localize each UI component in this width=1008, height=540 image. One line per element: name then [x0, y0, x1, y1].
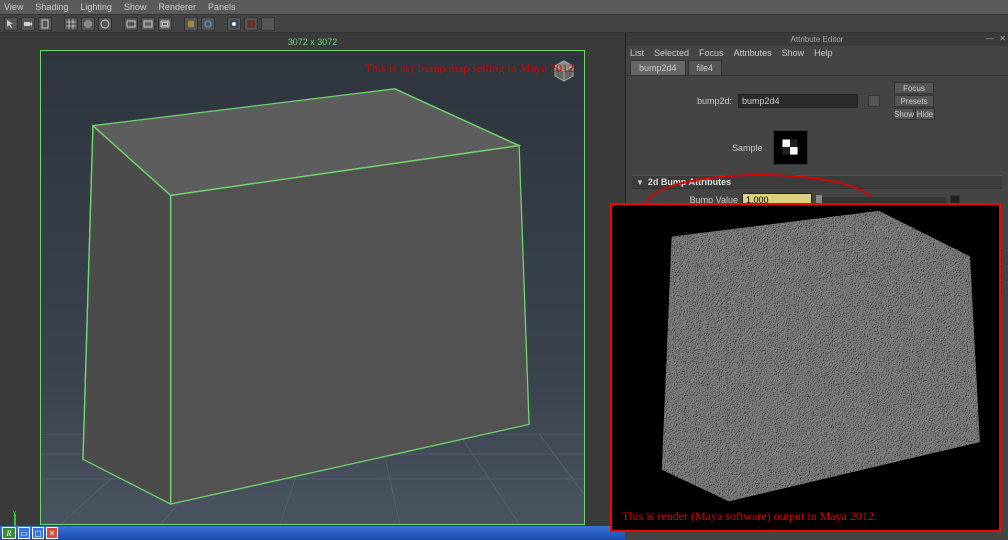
tool-camera[interactable] — [21, 17, 35, 31]
render-cube — [612, 205, 999, 530]
close-icon[interactable]: ✕ — [999, 34, 1006, 43]
menu-panels[interactable]: Panels — [208, 2, 236, 12]
tool-shade[interactable] — [81, 17, 95, 31]
task-minimize-icon[interactable]: ▭ — [18, 527, 30, 539]
tool-render[interactable] — [227, 17, 241, 31]
tool-isolate[interactable] — [184, 17, 198, 31]
tool-gate-safe[interactable] — [158, 17, 172, 31]
minimize-icon[interactable]: — — [986, 34, 994, 43]
node-name-input[interactable] — [738, 94, 858, 108]
viewport-cube[interactable] — [41, 51, 584, 524]
viewport-canvas[interactable]: This is my bump map setting in Maya 2012 — [40, 50, 585, 525]
attr-menu-focus[interactable]: Focus — [699, 48, 724, 58]
resolution-label: 3072 x 3072 — [288, 37, 338, 47]
show-button[interactable]: Show — [894, 108, 914, 120]
attr-menu-attributes[interactable]: Attributes — [734, 48, 772, 58]
attr-menu-show[interactable]: Show — [782, 48, 805, 58]
node-nav-icon[interactable] — [868, 95, 880, 107]
attr-menu-help[interactable]: Help — [814, 48, 833, 58]
tool-gate-film[interactable] — [141, 17, 155, 31]
bump-value-slider[interactable] — [816, 197, 946, 203]
attr-titlebar: Attribute Editor — ✕ — [626, 33, 1008, 46]
menu-lighting[interactable]: Lighting — [80, 2, 112, 12]
taskbar: R ▭ ▢ ✕ — [0, 526, 625, 540]
svg-text:y: y — [13, 511, 16, 516]
task-close-icon[interactable]: ✕ — [46, 527, 58, 539]
tab-bump2d4[interactable]: bump2d4 — [630, 60, 686, 75]
annotation-bump-setting: This is my bump map setting in Maya 2012 — [365, 61, 574, 76]
annotation-render-output: This is render (Maya software) output in… — [622, 509, 877, 524]
tool-grid[interactable] — [64, 17, 78, 31]
tool-ipr[interactable] — [244, 17, 258, 31]
presets-button[interactable]: Presets — [894, 95, 934, 107]
focus-button[interactable]: Focus — [894, 82, 934, 94]
menu-view[interactable]: View — [4, 2, 23, 12]
hide-button[interactable]: Hide — [915, 108, 935, 120]
node-type-label: bump2d: — [632, 96, 732, 106]
section-bump-title: 2d Bump Attributes — [648, 177, 731, 187]
viewport-toolbar — [0, 15, 1008, 33]
section-bump-header[interactable]: ▼ 2d Bump Attributes — [632, 175, 1002, 189]
attr-title: Attribute Editor — [791, 35, 844, 44]
tab-row: bump2d4 file4 — [626, 60, 1008, 76]
menu-renderer[interactable]: Renderer — [158, 2, 196, 12]
tool-bookmark[interactable] — [38, 17, 52, 31]
tool-wireframe[interactable] — [98, 17, 112, 31]
tool-select[interactable] — [4, 17, 18, 31]
viewport-menubar: View Shading Lighting Show Renderer Pane… — [0, 0, 1008, 15]
tool-resolution-gate[interactable] — [124, 17, 138, 31]
viewport-panel: 3072 x 3072 This is my bump map setting … — [0, 33, 625, 526]
tool-flat[interactable] — [261, 17, 275, 31]
tab-file4[interactable]: file4 — [688, 60, 723, 75]
task-maximize-icon[interactable]: ▢ — [32, 527, 44, 539]
attr-menu-list[interactable]: List — [630, 48, 644, 58]
sample-swatch[interactable] — [773, 130, 808, 165]
menu-show[interactable]: Show — [124, 2, 147, 12]
chevron-down-icon: ▼ — [636, 178, 644, 187]
render-output-inset: This is render (Maya software) output in… — [610, 203, 1001, 532]
attr-menubar: List Selected Focus Attributes Show Help — [626, 46, 1008, 60]
start-button[interactable]: R — [2, 527, 16, 539]
tool-xray[interactable] — [201, 17, 215, 31]
sample-label: Sample — [732, 143, 763, 153]
attr-menu-selected[interactable]: Selected — [654, 48, 689, 58]
menu-shading[interactable]: Shading — [35, 2, 68, 12]
